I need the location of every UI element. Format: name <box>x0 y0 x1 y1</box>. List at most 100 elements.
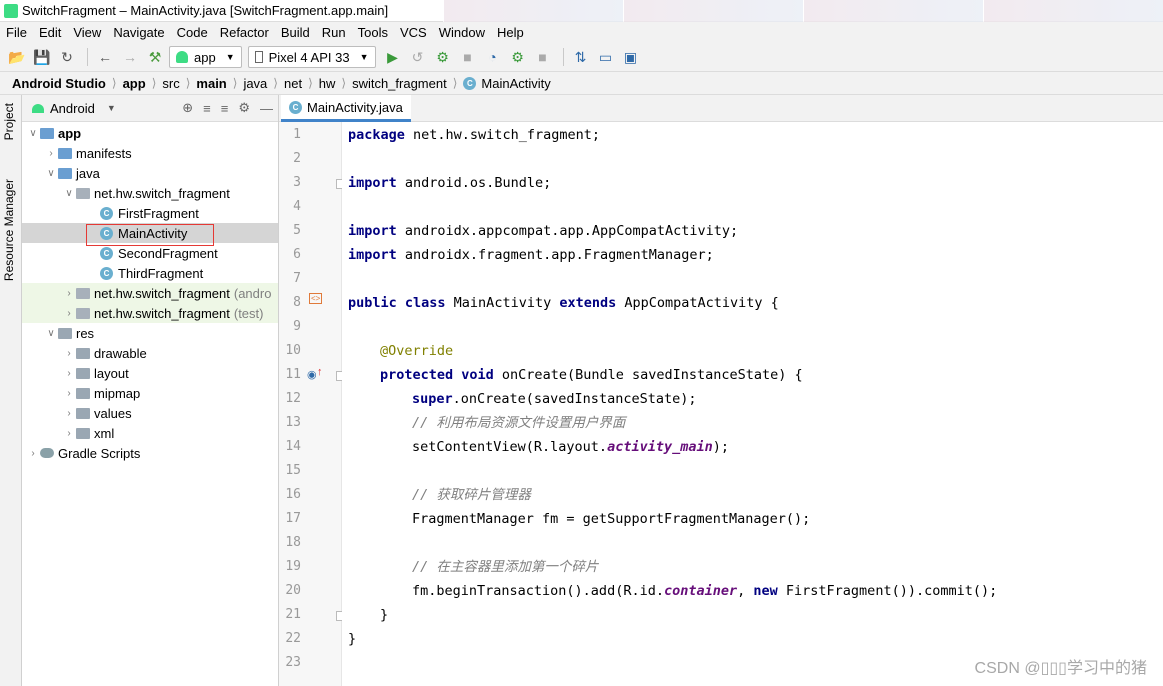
tree-item-thirdfragment[interactable]: C ThirdFragment <box>22 263 278 283</box>
run-icon[interactable]: ▶ <box>382 46 404 68</box>
breadcrumb-java[interactable]: java ⟩ <box>243 76 284 91</box>
device-select[interactable]: Pixel 4 API 33 ▼ <box>247 46 376 68</box>
stop-icon[interactable]: ■ <box>532 46 554 68</box>
chevron-right-icon[interactable]: › <box>62 348 76 359</box>
gradle-sync-icon[interactable]: ⇅ <box>570 46 592 68</box>
tree-item-layout[interactable]: › layout <box>22 363 278 383</box>
hide-icon[interactable]: — <box>260 101 273 116</box>
tab-mainactivity-java[interactable]: C MainActivity.java <box>281 95 411 122</box>
code-line-19: // 在主容器里添加第一个碎片 <box>412 559 599 575</box>
sdk-manager-icon[interactable]: ▣ <box>620 46 642 68</box>
collapse-all-icon[interactable]: ≡ <box>221 101 229 116</box>
tree-item-java[interactable]: ∨ java <box>22 163 278 183</box>
run-config-select[interactable]: app ▼ <box>169 46 242 68</box>
menu-view[interactable]: View <box>67 25 107 40</box>
class-icon: C <box>100 206 113 220</box>
tab-resource-manager[interactable]: Resource Manager <box>2 179 16 281</box>
tree-item-firstfragment[interactable]: C FirstFragment <box>22 203 278 223</box>
device-manager-icon[interactable]: ▭ <box>595 46 617 68</box>
line-number: 5 <box>293 223 301 238</box>
override-method-icon[interactable]: ◉ <box>307 368 317 381</box>
code-editor[interactable]: package net.hw.switch_fragment; import a… <box>342 122 1163 686</box>
code-line-13: // 利用布局资源文件设置用户界面 <box>412 415 626 431</box>
debug-icon[interactable]: ⚙ <box>432 46 454 68</box>
chevron-right-icon[interactable]: › <box>62 388 76 399</box>
tree-item-res[interactable]: ∨ res <box>22 323 278 343</box>
sync-icon[interactable]: ↻ <box>56 46 78 68</box>
build-hammer-icon[interactable]: ⚒ <box>144 46 166 68</box>
apply-changes-icon[interactable]: ↺ <box>407 46 429 68</box>
breadcrumb-switch-fragment[interactable]: switch_fragment ⟩ <box>352 76 463 91</box>
profiler-gauge-icon[interactable]: ◔ <box>482 46 504 68</box>
res-folder-icon <box>58 327 72 339</box>
breadcrumb-net[interactable]: net ⟩ <box>284 76 319 91</box>
save-icon[interactable]: 💾 <box>31 46 53 68</box>
chevron-down-icon[interactable]: ∨ <box>26 128 40 139</box>
line-number: 23 <box>285 655 301 670</box>
chevron-right-icon[interactable]: › <box>62 408 76 419</box>
code-line-21: } <box>380 607 389 623</box>
chevron-down-icon[interactable]: ▼ <box>107 103 116 113</box>
attach-debugger-icon[interactable]: ⚙ <box>507 46 529 68</box>
back-icon[interactable]: ← <box>94 46 116 68</box>
tree-item-gradle-scripts[interactable]: › Gradle Scripts <box>22 443 278 463</box>
tree-item-drawable[interactable]: › drawable <box>22 343 278 363</box>
breadcrumb-main[interactable]: main ⟩ <box>196 76 243 91</box>
menu-tools[interactable]: Tools <box>352 25 394 40</box>
chevron-right-icon[interactable]: › <box>62 368 76 379</box>
tree-item-mipmap[interactable]: › mipmap <box>22 383 278 403</box>
settings-gear-icon[interactable]: ⚙ <box>238 100 250 116</box>
profile-icon[interactable]: ■ <box>457 46 479 68</box>
android-icon <box>32 103 44 113</box>
view-mode-select[interactable]: Android <box>50 101 95 116</box>
breadcrumb-mainactivity[interactable]: C MainActivity <box>463 76 551 91</box>
line-number: 17 <box>285 511 301 526</box>
tab-project[interactable]: Project <box>2 103 16 140</box>
tree-item-package[interactable]: ∨ net.hw.switch_fragment <box>22 183 278 203</box>
tree-item-xml[interactable]: › xml <box>22 423 278 443</box>
chevron-right-icon[interactable]: › <box>62 308 76 319</box>
chevron-right-icon[interactable]: › <box>62 428 76 439</box>
breadcrumb-app[interactable]: app ⟩ <box>123 76 163 91</box>
chevron-down-icon[interactable]: ∨ <box>44 328 58 339</box>
menu-file[interactable]: File <box>0 25 33 40</box>
forward-icon[interactable]: → <box>119 46 141 68</box>
module-folder-icon <box>40 127 54 139</box>
menu-build[interactable]: Build <box>275 25 316 40</box>
tree-item-package-test[interactable]: › net.hw.switch_fragment (test) <box>22 303 278 323</box>
menu-code[interactable]: Code <box>171 25 214 40</box>
chevron-right-icon[interactable]: › <box>44 148 58 159</box>
expand-all-icon[interactable]: ≡ <box>203 101 211 116</box>
menu-navigate[interactable]: Navigate <box>107 25 170 40</box>
open-folder-icon[interactable]: 📂 <box>6 46 28 68</box>
tree-item-manifests[interactable]: › manifests <box>22 143 278 163</box>
tree-item-app[interactable]: ∨ app <box>22 123 278 143</box>
menu-refactor[interactable]: Refactor <box>214 25 275 40</box>
tree-item-values[interactable]: › values <box>22 403 278 423</box>
chevron-down-icon[interactable]: ∨ <box>62 188 76 199</box>
chevron-right-icon[interactable]: › <box>62 288 76 299</box>
folder-icon <box>76 407 90 419</box>
code-line-11: protected void onCreate(Bundle savedInst… <box>380 367 803 383</box>
breadcrumb-src[interactable]: src ⟩ <box>162 76 196 91</box>
menu-run[interactable]: Run <box>316 25 352 40</box>
breadcrumb-hw[interactable]: hw ⟩ <box>319 76 352 91</box>
locate-icon[interactable]: ⊕ <box>182 100 193 116</box>
breadcrumb-project[interactable]: Android Studio ⟩ <box>12 76 123 91</box>
line-number: 15 <box>285 463 301 478</box>
menu-help[interactable]: Help <box>491 25 530 40</box>
line-number: 19 <box>285 559 301 574</box>
up-arrow-icon[interactable]: ↑ <box>317 366 323 378</box>
breadcrumb: Android Studio ⟩ app ⟩ src ⟩ main ⟩ java ⟩ ne… <box>0 71 1163 95</box>
tree-item-secondfragment[interactable]: C SecondFragment <box>22 243 278 263</box>
line-number: 3 <box>293 175 301 190</box>
tree-item-package-androidtest[interactable]: › net.hw.switch_fragment (andro <box>22 283 278 303</box>
code-line-16: // 获取碎片管理器 <box>412 487 531 503</box>
menu-edit[interactable]: Edit <box>33 25 67 40</box>
android-studio-icon <box>4 3 18 18</box>
menu-window[interactable]: Window <box>433 25 491 40</box>
layout-preview-icon[interactable]: <> <box>309 293 323 304</box>
menu-vcs[interactable]: VCS <box>394 25 433 40</box>
chevron-right-icon[interactable]: › <box>26 448 40 459</box>
chevron-down-icon[interactable]: ∨ <box>44 168 58 179</box>
